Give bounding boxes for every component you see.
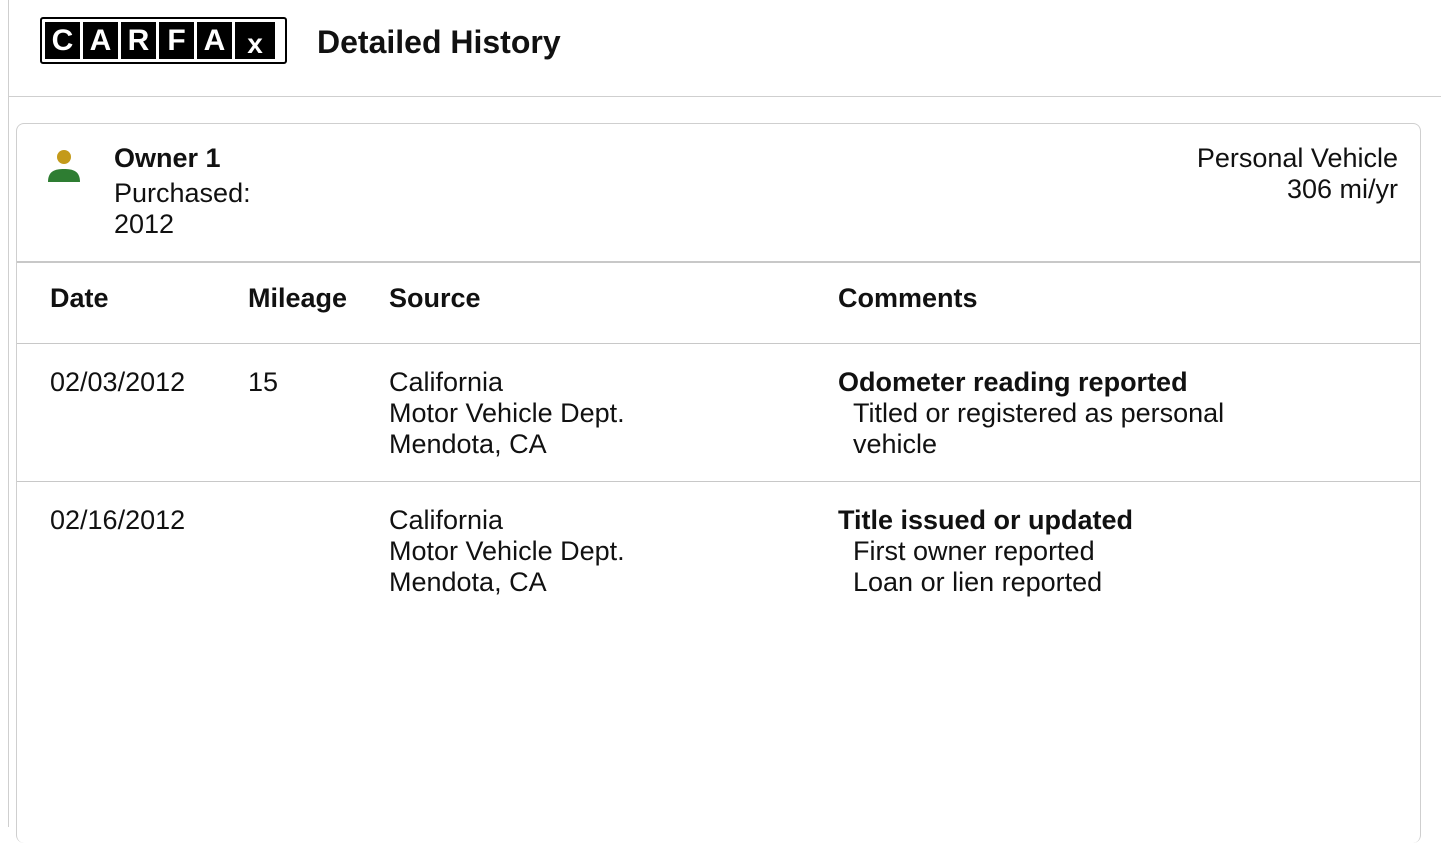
- row-date: 02/03/2012: [50, 367, 186, 397]
- person-icon: [48, 150, 80, 182]
- column-header-date: Date: [50, 283, 109, 313]
- history-table: Date Mileage Source Comments 02/03/2012 …: [17, 263, 1420, 622]
- mileage-per-year: 306 mi/yr: [1286, 174, 1398, 204]
- table-row: 02/16/2012 California Motor Vehicle Dept…: [17, 482, 1420, 622]
- owner-vehicle-info: Personal Vehicle 306 mi/yr: [1197, 143, 1398, 205]
- column-header-source: Source: [389, 283, 481, 313]
- row-source: California Motor Vehicle Dept. Mendota, …: [389, 367, 809, 460]
- carfax-logo[interactable]: C A R F A x: [40, 17, 287, 64]
- owner-history-card: Owner 1 Purchased: 2012 Personal Vehicle…: [16, 123, 1421, 843]
- owner-purchased: Purchased: 2012: [114, 178, 314, 240]
- source-line: Motor Vehicle Dept.: [389, 536, 625, 566]
- purchased-year: 2012: [114, 209, 175, 239]
- comment-line: Titled or registered as personal: [853, 398, 1225, 428]
- owner-summary: Owner 1 Purchased: 2012 Personal Vehicle…: [17, 124, 1420, 263]
- column-header-mileage: Mileage: [248, 283, 348, 313]
- source-line: Motor Vehicle Dept.: [389, 398, 625, 428]
- logo-letter: F: [159, 22, 194, 59]
- logo-letter: A: [197, 22, 232, 59]
- comment-title: Odometer reading reported: [838, 367, 1188, 397]
- row-comments: Odometer reading reported Titled or regi…: [838, 367, 1398, 460]
- row-source: California Motor Vehicle Dept. Mendota, …: [389, 505, 809, 598]
- comment-line: vehicle: [853, 429, 938, 459]
- vehicle-type: Personal Vehicle: [1196, 143, 1398, 173]
- purchased-label: Purchased:: [114, 178, 251, 208]
- row-date: 02/16/2012: [50, 505, 186, 535]
- logo-letter: R: [121, 22, 156, 59]
- comment-line: Loan or lien reported: [853, 567, 1103, 597]
- owner-name: Owner 1: [114, 143, 221, 173]
- source-line: Mendota, CA: [389, 567, 547, 597]
- logo-letter: C: [45, 22, 80, 59]
- logo-letter: A: [83, 22, 118, 59]
- row-mileage: 15: [248, 367, 279, 397]
- table-row: 02/03/2012 15 California Motor Vehicle D…: [17, 344, 1420, 482]
- source-line: Mendota, CA: [389, 429, 547, 459]
- row-comments: Title issued or updated First owner repo…: [838, 505, 1398, 598]
- logo-letter: x: [235, 22, 275, 59]
- report-header: C A R F A x Detailed History: [9, 0, 1441, 97]
- source-line: California: [389, 367, 504, 397]
- column-header-comments: Comments: [838, 283, 978, 313]
- comment-line: First owner reported: [853, 536, 1095, 566]
- source-line: California: [389, 505, 504, 535]
- comment-title: Title issued or updated: [838, 505, 1134, 535]
- table-header-row: Date Mileage Source Comments: [17, 263, 1420, 344]
- page-title: Detailed History: [317, 24, 561, 60]
